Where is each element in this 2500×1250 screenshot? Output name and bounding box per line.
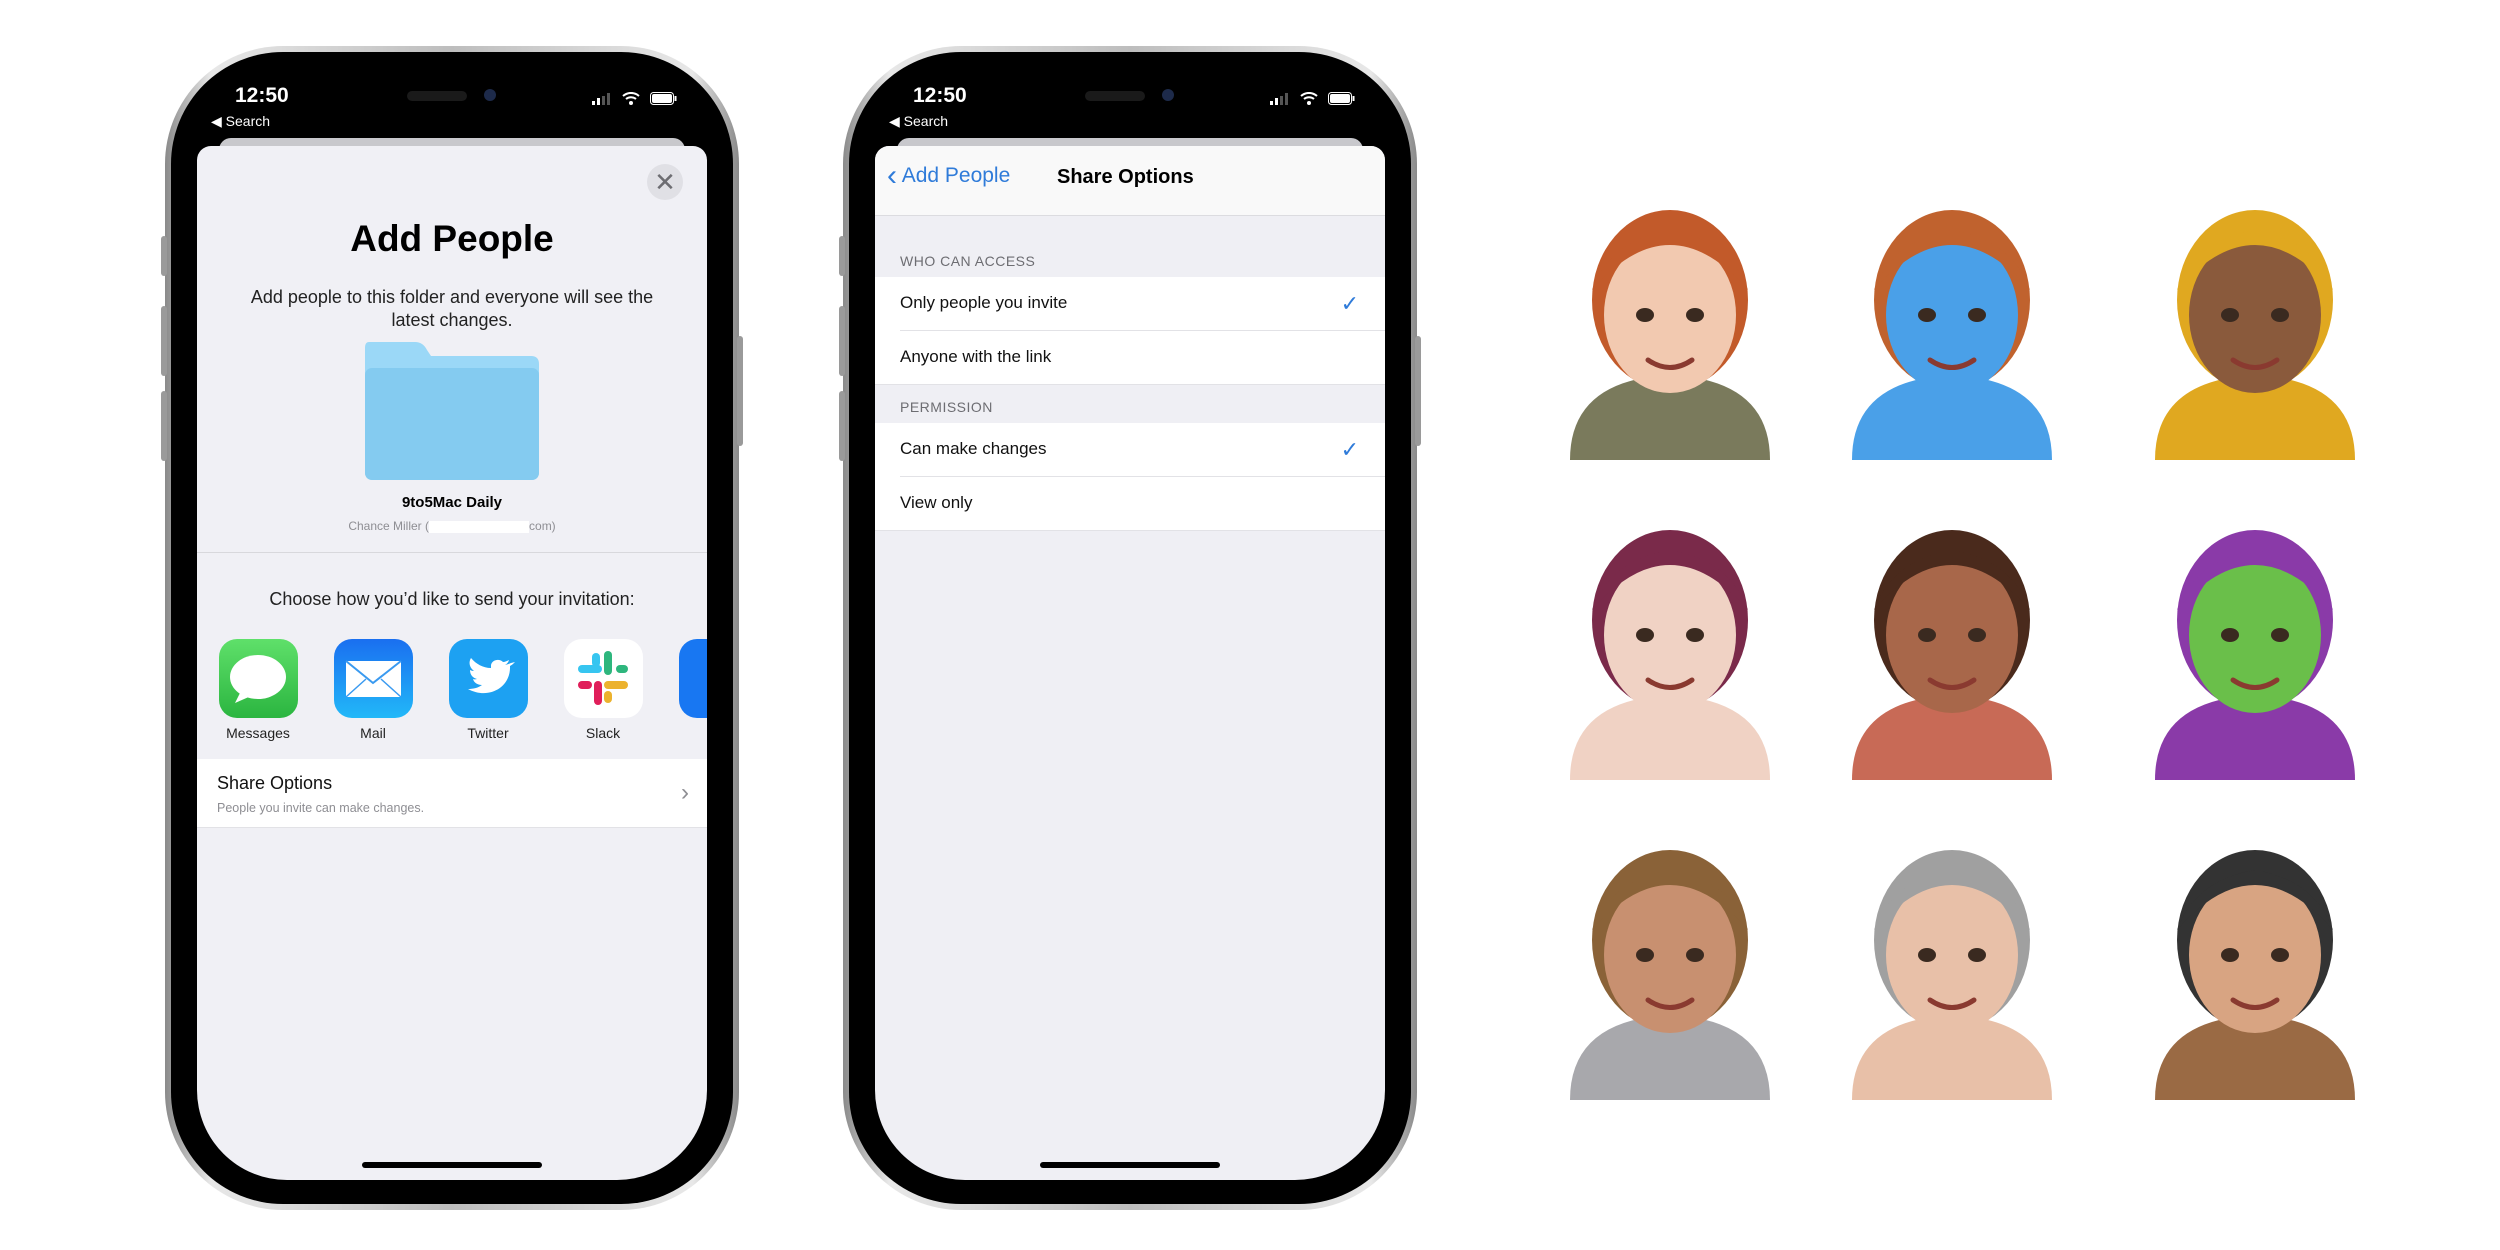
option-view-only[interactable]: View only	[875, 477, 1385, 531]
slack-icon	[578, 651, 628, 705]
app-label-mail: Mail	[360, 725, 386, 741]
option-label: Can make changes	[900, 439, 1047, 458]
slack-app-button[interactable]	[564, 639, 643, 718]
mail-app-button[interactable]	[334, 639, 413, 718]
screen: 12:50 ◀ Search ‹ Add People Share Option…	[875, 70, 1385, 1180]
chevron-right-icon: ›	[681, 779, 689, 806]
share-options-title: Share Options	[217, 773, 333, 793]
option-only-invited[interactable]: Only people you invite ✓	[875, 277, 1385, 331]
memoji-sticker	[1812, 500, 2092, 780]
description: Add people to this folder and everyone w…	[250, 287, 654, 330]
close-icon: ✕	[654, 167, 676, 197]
nav-bar: ‹ Add People Share Options	[875, 146, 1385, 216]
home-indicator[interactable]	[1040, 1162, 1220, 1168]
checkmark-icon: ✓	[1340, 291, 1359, 316]
memoji-sticker	[2115, 500, 2395, 780]
messages-icon	[230, 655, 286, 703]
back-button[interactable]: ‹ Add People	[887, 161, 1011, 191]
folder-name: 9to5Mac Daily	[401, 494, 503, 511]
owner-name: Chance Miller (	[348, 519, 430, 533]
option-label: View only	[900, 493, 973, 512]
status-time: 12:50	[235, 84, 289, 107]
nav-title: Share Options	[1057, 166, 1194, 188]
wifi-icon	[622, 92, 640, 110]
section-header-access: WHO CAN ACCESS	[900, 253, 1036, 269]
home-indicator[interactable]	[362, 1162, 542, 1168]
back-to-search[interactable]: ◀ Search	[211, 113, 270, 130]
app-label-messages: Messages	[226, 725, 290, 741]
phone-add-people: 12:50 ◀ Search ✕ Add People Add people t…	[161, 46, 743, 1210]
memoji-sticker	[2115, 180, 2395, 460]
memoji-sticker	[1530, 820, 1810, 1100]
page-title: Add People	[350, 218, 554, 259]
back-to-search[interactable]: ◀ Search	[889, 113, 948, 130]
screen: 12:50 ◀ Search ✕ Add People Add people t…	[197, 70, 707, 1180]
option-can-make-changes[interactable]: Can make changes ✓	[875, 423, 1385, 477]
option-anyone-with-link[interactable]: Anyone with the link	[875, 331, 1385, 385]
memoji-sticker	[1812, 820, 2092, 1100]
battery-icon	[650, 92, 677, 110]
signal-icon	[592, 92, 612, 110]
wifi-icon	[1300, 92, 1318, 110]
facebook-app-button[interactable]	[679, 639, 707, 718]
option-label: Only people you invite	[900, 293, 1068, 312]
camera-icon	[1162, 89, 1174, 101]
memoji-sticker	[1530, 500, 1810, 780]
share-options-row[interactable]: Share Options People you invite can make…	[197, 759, 707, 828]
twitter-icon	[468, 658, 515, 694]
chevron-left-icon: ‹	[887, 159, 897, 192]
memoji-sticker	[2115, 820, 2395, 1100]
app-label-slack: Slack	[585, 725, 621, 741]
messages-app-button[interactable]	[219, 639, 298, 718]
app-label-twitter: Twitter	[467, 725, 509, 741]
share-options-sheet: ‹ Add People Share Options WHO CAN ACCES…	[875, 146, 1385, 1180]
close-button[interactable]: ✕	[647, 164, 683, 200]
owner-email-suffix: com)	[529, 519, 556, 533]
twitter-app-button[interactable]	[449, 639, 528, 718]
memoji-sticker	[1530, 180, 1810, 460]
app-label-facebook: Fa	[658, 725, 707, 741]
section-header-permission: PERMISSION	[900, 399, 993, 415]
share-options-subtitle: People you invite can make changes.	[217, 801, 425, 815]
option-label: Anyone with the link	[900, 347, 1052, 366]
checkmark-icon: ✓	[1340, 437, 1359, 462]
camera-icon	[484, 89, 496, 101]
memoji-sticker	[1812, 180, 2092, 460]
back-label: Add People	[901, 164, 1011, 187]
redacted-email	[429, 520, 530, 533]
add-people-sheet: ✕ Add People Add people to this folder a…	[197, 146, 707, 1180]
memoji-grid	[1520, 160, 2420, 1120]
owner-line: Chance Miller ( com)	[197, 519, 707, 533]
choose-prompt: Choose how you’d like to send your invit…	[269, 589, 635, 609]
phone-share-options: 12:50 ◀ Search ‹ Add People Share Option…	[839, 46, 1421, 1210]
folder-icon	[365, 342, 539, 485]
status-time: 12:50	[913, 84, 967, 107]
battery-icon	[1328, 92, 1355, 110]
mail-icon	[345, 660, 402, 698]
signal-icon	[1270, 92, 1290, 110]
